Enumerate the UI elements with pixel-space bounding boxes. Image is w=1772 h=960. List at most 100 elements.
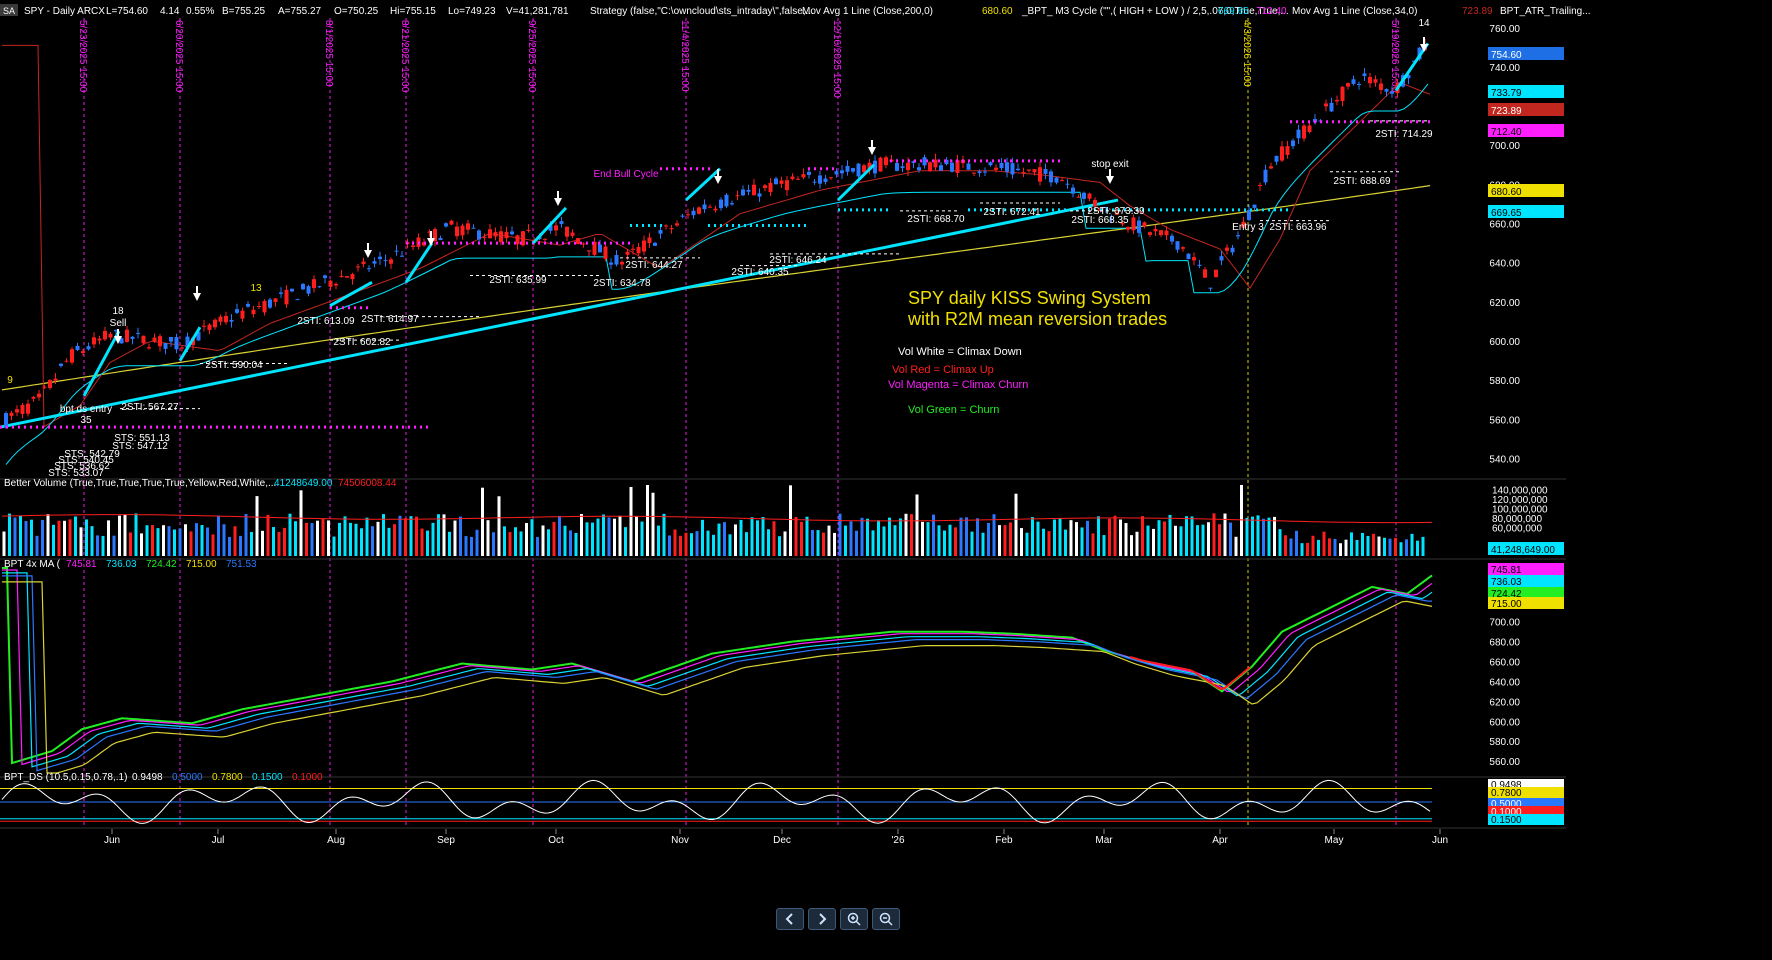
candle-body: [570, 232, 575, 236]
price-tick-label: 620.00: [1489, 298, 1520, 309]
volume-bar: [1212, 513, 1216, 556]
candle-body: [818, 175, 822, 184]
volume-bar: [8, 513, 11, 556]
volume-bar: [602, 514, 605, 556]
candle-body: [796, 178, 800, 180]
candle-body: [1170, 235, 1174, 242]
candle-body: [53, 378, 58, 381]
candle-body: [763, 185, 767, 189]
volume-bar: [1130, 535, 1133, 556]
candle-body: [70, 349, 74, 363]
candle-body: [1258, 184, 1262, 186]
volume-bar: [1086, 520, 1089, 556]
header-field: 680.60: [982, 6, 1013, 17]
candle-body: [367, 268, 371, 270]
volume-bar: [904, 513, 908, 556]
candle-body: [389, 259, 393, 264]
candle-body: [950, 162, 954, 172]
sell-arrow-icon: [554, 198, 562, 206]
candle-body: [730, 203, 734, 205]
candle-body: [724, 194, 729, 207]
candle-body: [977, 171, 982, 174]
candle-body: [1153, 228, 1158, 232]
header-field: O=750.25: [334, 6, 379, 17]
header-field: V=41,281,781: [506, 6, 569, 17]
candle-body: [647, 237, 652, 243]
candle-body: [262, 301, 267, 313]
volume-bar: [277, 531, 281, 556]
candle-body: [207, 324, 212, 330]
volume-bar: [1036, 521, 1040, 556]
candle-body: [279, 292, 283, 294]
candle-body: [603, 246, 608, 259]
volume-bar: [1124, 523, 1128, 556]
candle-body: [856, 163, 861, 177]
zoom-out-button[interactable]: [872, 908, 900, 930]
zoom-in-button[interactable]: [840, 908, 868, 930]
candle-body: [1335, 100, 1339, 102]
candle-body: [669, 228, 674, 230]
volume-bar: [404, 518, 407, 556]
volume-bar: [706, 530, 710, 556]
legend-note: Vol Red = Climax Up: [892, 364, 994, 376]
candle-body: [1263, 169, 1268, 183]
volume-bar: [1080, 527, 1084, 556]
sell-arrow-icon: [714, 176, 722, 184]
candle-body: [900, 166, 905, 169]
candle-body: [735, 195, 740, 197]
candle-body: [1302, 125, 1306, 139]
price-tag: 733.79: [1491, 88, 1522, 99]
candle-body: [576, 238, 580, 244]
candle-body: [235, 309, 239, 313]
volume-bar: [52, 524, 55, 556]
volume-bar: [46, 514, 50, 556]
event-vline-label: 5/19/2026 15:00: [1389, 20, 1400, 93]
volume-bar: [745, 532, 748, 556]
volume-bar: [915, 494, 919, 556]
chart-annotation: Sell: [110, 318, 127, 329]
candle-body: [1225, 247, 1229, 251]
ma4x-legend-value: 715.00: [186, 559, 217, 570]
volume-bar: [129, 532, 132, 556]
ma4x-tick-label: 560.00: [1489, 757, 1520, 768]
volume-bar: [327, 520, 330, 556]
chart-annotation: STS: 547.12: [112, 441, 168, 452]
volume-bar: [563, 525, 567, 556]
volume-bar: [299, 490, 303, 556]
chart-annotation: 2STI: 714.29: [1375, 129, 1433, 140]
volume-bar: [849, 521, 853, 556]
volume-bar: [552, 521, 556, 556]
volume-bar: [684, 532, 688, 556]
volume-bar: [1251, 516, 1254, 556]
candle-body: [1324, 103, 1328, 107]
ma4x-tick-label: 700.00: [1489, 618, 1520, 629]
candle-body: [1269, 166, 1273, 169]
chart-annotation: 9: [7, 375, 13, 386]
volume-bar: [607, 517, 611, 556]
candle-body: [411, 245, 415, 247]
scroll-right-button[interactable]: [808, 908, 836, 930]
candle-body: [1087, 193, 1092, 199]
candle-body: [559, 221, 564, 225]
ds-legend-value: 0.5000: [172, 772, 203, 783]
sell-arrow-icon: [427, 238, 435, 246]
candle-body: [774, 178, 778, 185]
volume-bar: [464, 536, 468, 556]
ma4x-tick-label: 620.00: [1489, 697, 1520, 708]
volume-bar: [217, 515, 220, 556]
volume-bar: [107, 520, 110, 556]
volume-bar: [547, 529, 550, 556]
volume-bar: [701, 519, 704, 556]
candle-body: [510, 231, 514, 235]
candle-body: [1362, 73, 1367, 76]
candle-body: [790, 176, 795, 180]
volume-bar: [596, 518, 600, 556]
volume-bar: [1031, 517, 1034, 556]
scroll-left-button[interactable]: [776, 908, 804, 930]
candle-body: [752, 184, 756, 196]
chart-subtitle: with R2M mean reversion trades: [907, 309, 1167, 329]
volume-bar: [1108, 518, 1111, 556]
candle-body: [1219, 256, 1224, 261]
volume-bar: [1234, 536, 1238, 556]
candle-body: [1197, 264, 1202, 266]
